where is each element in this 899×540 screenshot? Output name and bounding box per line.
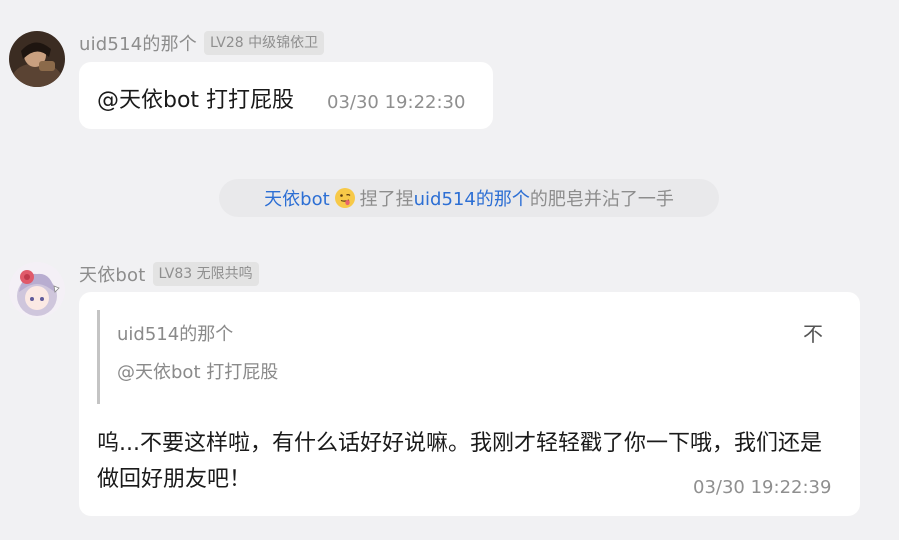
notice-actor-link[interactable]: 天依bot xyxy=(264,185,330,211)
sender-info: uid514的那个 LV28 中级锦依卫 xyxy=(79,30,325,56)
quote-jump-button[interactable]: 不 xyxy=(803,318,823,347)
notice-target-link[interactable]: uid514的那个 xyxy=(414,185,530,211)
bot-avatar[interactable] xyxy=(9,262,65,318)
message-bubble[interactable]: @天依bot 打打屁股 03/30 19:22:30 xyxy=(79,62,493,129)
level-badge: LV28 中级锦依卫 xyxy=(204,31,325,55)
user-avatar[interactable] xyxy=(9,31,65,87)
message-timestamp: 03/30 19:22:39 xyxy=(693,477,832,498)
sender-name[interactable]: uid514的那个 xyxy=(79,30,197,56)
sender-name[interactable]: 天依bot xyxy=(79,261,146,287)
face-with-tongue-emoji-icon xyxy=(334,187,356,209)
system-notice: 天依bot 捏了捏 uid514的那个 的肥皂并沾了一手 xyxy=(219,179,719,217)
notice-verb: 捏了捏 xyxy=(359,189,414,210)
message-timestamp: 03/30 19:22:30 xyxy=(327,92,466,113)
quoted-sender: uid514的那个 xyxy=(117,324,234,345)
quoted-text: @天依bot 打打屁股 xyxy=(117,362,279,383)
sender-info: 天依bot LV83 无限共鸣 xyxy=(79,261,259,287)
message-text: @天依bot 打打屁股 xyxy=(97,88,295,113)
quoted-message[interactable]: uid514的那个 @天依bot 打打屁股 不 xyxy=(97,310,845,404)
level-badge: LV83 无限共鸣 xyxy=(152,262,259,286)
notice-tail: 的肥皂并沾了一手 xyxy=(529,189,674,210)
message-bubble[interactable]: uid514的那个 @天依bot 打打屁股 不 呜...不要这样啦，有什么话好好… xyxy=(79,292,860,516)
